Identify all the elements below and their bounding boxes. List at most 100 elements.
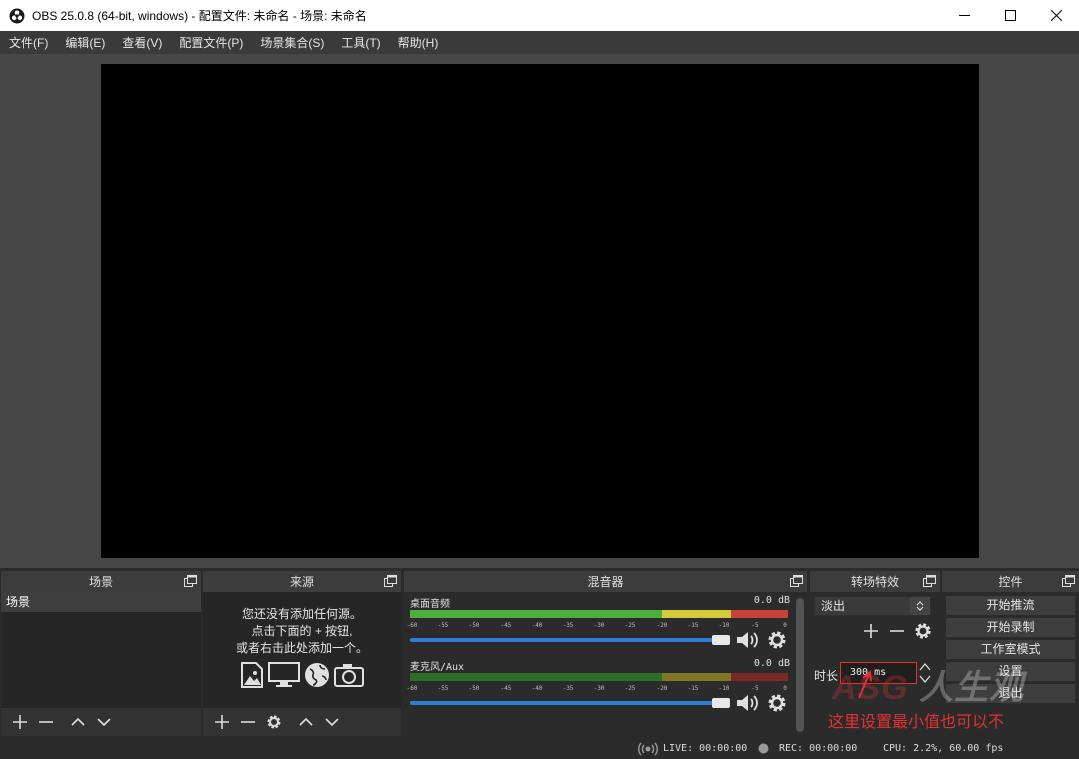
volume-slider[interactable] xyxy=(410,638,728,642)
select-arrow xyxy=(910,597,930,615)
cpu-status: CPU: 2.2%, 60.00 fps xyxy=(883,743,1004,754)
tick-label: 0 xyxy=(783,622,787,629)
minimize-icon xyxy=(958,15,970,16)
menu-view[interactable]: 查看(V) xyxy=(114,34,170,51)
menu-help[interactable]: 帮助(H) xyxy=(390,34,447,51)
volume-slider-handle[interactable] xyxy=(712,635,730,645)
add-transition-button[interactable] xyxy=(860,620,882,642)
float-dock-icon[interactable] xyxy=(790,575,803,588)
monitor-icon xyxy=(268,662,300,687)
menu-bar: 文件(F) 编辑(E) 查看(V) 配置文件(P) 场景集合(S) 工具(T) … xyxy=(0,31,1079,54)
tick-label: -10 xyxy=(718,622,730,629)
menu-file[interactable]: 文件(F) xyxy=(1,34,56,51)
studio-mode-button[interactable]: 工作室模式 xyxy=(946,640,1075,659)
volume-slider-handle[interactable] xyxy=(712,698,730,708)
float-dock-icon[interactable] xyxy=(1062,575,1075,588)
gear-icon xyxy=(267,715,281,729)
gear-icon[interactable] xyxy=(767,630,787,650)
plus-icon xyxy=(215,715,229,729)
tick-label: -20 xyxy=(656,685,668,692)
start-streaming-button[interactable]: 开始推流 xyxy=(946,596,1075,615)
transition-properties-button[interactable] xyxy=(912,620,934,642)
sources-list[interactable]: 您还没有添加任何源。 点击下面的 + 按钮, 或者右击此处添加一个。 xyxy=(203,592,401,736)
menu-scene-collection[interactable]: 场景集合(S) xyxy=(252,34,332,51)
mixer-channel-desktop: 桌面音频 0.0 dB -60 -55 -50 -45 -40 -35 -30 … xyxy=(407,595,790,655)
hint-line: 或者右击此处添加一个。 xyxy=(235,641,368,655)
scenes-toolbar xyxy=(1,708,201,736)
image-icon xyxy=(241,662,263,688)
move-scene-down-button[interactable] xyxy=(91,711,117,733)
window-controls xyxy=(941,0,1079,31)
annotation-text: 这里设置最小值也可以不 xyxy=(828,714,1005,731)
remove-source-button[interactable] xyxy=(235,711,261,733)
plus-icon xyxy=(864,624,878,638)
globe-icon xyxy=(305,663,329,687)
updown-icon xyxy=(916,601,924,611)
chevron-down-icon xyxy=(97,718,111,727)
tick-label: -15 xyxy=(687,685,699,692)
controls-dock-header: 控件 xyxy=(942,571,1079,592)
mixer-dock-header: 混音器 xyxy=(404,571,807,592)
minimize-button[interactable] xyxy=(941,0,987,31)
list-item[interactable]: 场景 xyxy=(1,592,201,612)
plus-icon xyxy=(13,715,27,729)
minus-icon xyxy=(241,721,255,723)
tick-label: -35 xyxy=(562,685,574,692)
sources-dock-header: 来源 xyxy=(203,571,401,592)
tick-label: -30 xyxy=(593,685,605,692)
float-dock-icon[interactable] xyxy=(384,575,397,588)
menu-edit[interactable]: 编辑(E) xyxy=(57,34,113,51)
tick-label: -45 xyxy=(500,622,512,629)
watermark-right: 人生观 xyxy=(919,669,1025,707)
transitions-dock-header: 转场特效 xyxy=(810,571,940,592)
transition-select[interactable]: 淡出 xyxy=(814,596,931,616)
chevron-up-icon xyxy=(299,717,313,726)
live-status: LIVE: 00:00:00 xyxy=(663,743,748,754)
float-dock-icon[interactable] xyxy=(923,575,936,588)
tick-label: -30 xyxy=(593,622,605,629)
tick-label: -50 xyxy=(468,685,480,692)
speaker-icon[interactable] xyxy=(736,693,758,713)
tick-label: -15 xyxy=(687,622,699,629)
transition-buttons xyxy=(860,620,934,642)
move-source-down-button[interactable] xyxy=(319,711,345,733)
tick-label: -25 xyxy=(624,622,636,629)
maximize-button[interactable] xyxy=(987,0,1033,31)
scenes-dock-header: 场景 xyxy=(1,571,201,592)
tick-label: -25 xyxy=(624,685,636,692)
add-source-button[interactable] xyxy=(209,711,235,733)
preview-canvas[interactable] xyxy=(101,64,979,558)
mixer-scrollbar[interactable] xyxy=(796,598,804,732)
start-recording-button[interactable]: 开始录制 xyxy=(946,618,1075,637)
volume-meter xyxy=(410,673,788,681)
controls-dock-title: 控件 xyxy=(998,575,1023,589)
channel-db: 0.0 dB xyxy=(753,595,790,606)
menu-tools[interactable]: 工具(T) xyxy=(333,34,388,51)
volume-slider[interactable] xyxy=(410,701,728,705)
scenes-list[interactable]: 场景 xyxy=(1,592,201,736)
transition-selected: 淡出 xyxy=(821,599,846,613)
status-bar: LIVE: 00:00:00 REC: 00:00:00 CPU: 2.2%, … xyxy=(0,739,1079,759)
rec-status: REC: 00:00:00 xyxy=(779,743,858,754)
volume-meter xyxy=(410,610,788,618)
meter-ticks: -60 -55 -50 -45 -40 -35 -30 -25 -20 -15 … xyxy=(407,683,788,693)
source-properties-button[interactable] xyxy=(261,711,287,733)
float-dock-icon[interactable] xyxy=(184,575,197,588)
remove-transition-button[interactable] xyxy=(886,620,908,642)
tick-label: -5 xyxy=(751,622,759,629)
sources-dock: 来源 您还没有添加任何源。 点击下面的 + 按钮, 或者右击此处添加一个。 xyxy=(203,571,401,736)
add-scene-button[interactable] xyxy=(7,711,33,733)
mixer-dock: 混音器 桌面音频 0.0 dB -60 -55 -50 -45 -40 -35 … xyxy=(404,571,807,736)
move-source-up-button[interactable] xyxy=(293,711,319,733)
speaker-icon[interactable] xyxy=(736,630,758,650)
mixer-channel-mic: 麦克风/Aux 0.0 dB -60 -55 -50 -45 -40 -35 -… xyxy=(407,658,790,718)
scenes-dock: 场景 场景 xyxy=(1,571,201,736)
close-button[interactable] xyxy=(1033,0,1079,31)
broadcast-icon xyxy=(638,742,658,756)
title-bar: OBS 25.0.8 (64-bit, windows) - 配置文件: 未命名… xyxy=(0,0,1079,31)
gear-icon[interactable] xyxy=(767,693,787,713)
menu-profile[interactable]: 配置文件(P) xyxy=(171,34,251,51)
move-scene-up-button[interactable] xyxy=(65,711,91,733)
remove-scene-button[interactable] xyxy=(33,711,59,733)
tick-label: -35 xyxy=(562,622,574,629)
